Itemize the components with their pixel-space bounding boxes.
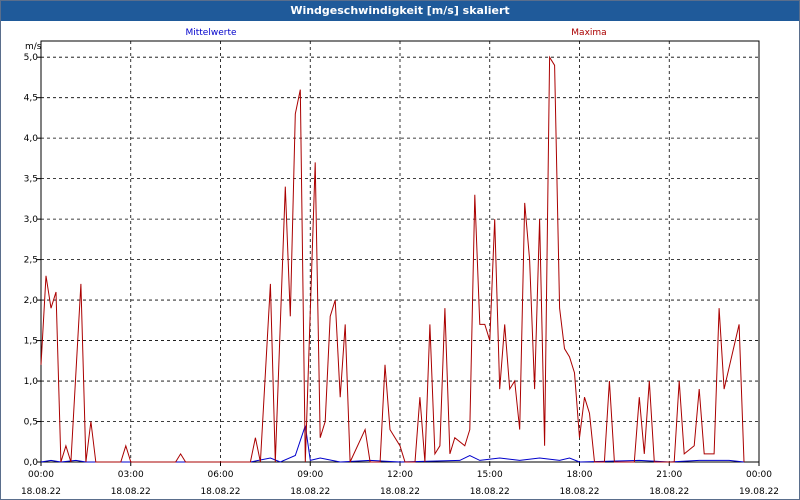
x-tick-date: 18.08.22 (111, 487, 151, 497)
y-tick-label: 0,0 (24, 458, 39, 468)
y-tick-label: 0,5 (24, 418, 38, 428)
wind-speed-chart: 0,0 0,5 1,0 1,5 2,0 2,5 3,0 3,5 4,0 4,5 5,0m/s 00:0… (21, 28, 779, 497)
legend-mittelwerte: Mittelwerte (185, 28, 236, 38)
y-tick-label: 4,5 (24, 94, 38, 104)
x-tick-time: 09:00 (297, 470, 323, 480)
x-tick-date: 18.08.22 (470, 487, 510, 497)
x-tick-time: 21:00 (656, 470, 682, 480)
x-tick-date: 18.08.22 (559, 487, 599, 497)
x-tick-time: 00:00 (28, 470, 54, 480)
x-tick-time: 03:00 (118, 470, 144, 480)
chart-window: Windgeschwindigkeit [m/s] skaliert 0,0 0,… (0, 0, 800, 500)
y-axis-label: m/s (25, 42, 42, 52)
y-tick-label: 1,0 (24, 377, 39, 387)
y-tick-label: 4,0 (24, 134, 39, 144)
y-tick-label: 2,5 (24, 256, 38, 266)
x-tick-time: 00:00 (746, 470, 772, 480)
x-tick-date: 18.08.22 (380, 487, 420, 497)
x-tick-time: 12:00 (387, 470, 413, 480)
x-tick-time: 18:00 (567, 470, 593, 480)
x-tick-date: 18.08.22 (290, 487, 330, 497)
x-tick-date: 18.08.22 (649, 487, 689, 497)
y-tick-label: 3,0 (24, 215, 39, 225)
x-tick-date: 18.08.22 (200, 487, 240, 497)
window-title: Windgeschwindigkeit [m/s] skaliert (1, 1, 799, 21)
y-tick-label: 2,0 (24, 296, 39, 306)
y-tick-label: 3,5 (24, 175, 38, 185)
y-tick-label: 1,5 (24, 337, 38, 347)
legend-maxima: Maxima (571, 28, 606, 38)
x-tick-date: 18.08.22 (21, 487, 61, 497)
y-tick-label: 5,0 (24, 53, 39, 63)
x-tick-date: 19.08.22 (739, 487, 779, 497)
x-tick-time: 15:00 (477, 470, 503, 480)
x-tick-time: 06:00 (208, 470, 234, 480)
